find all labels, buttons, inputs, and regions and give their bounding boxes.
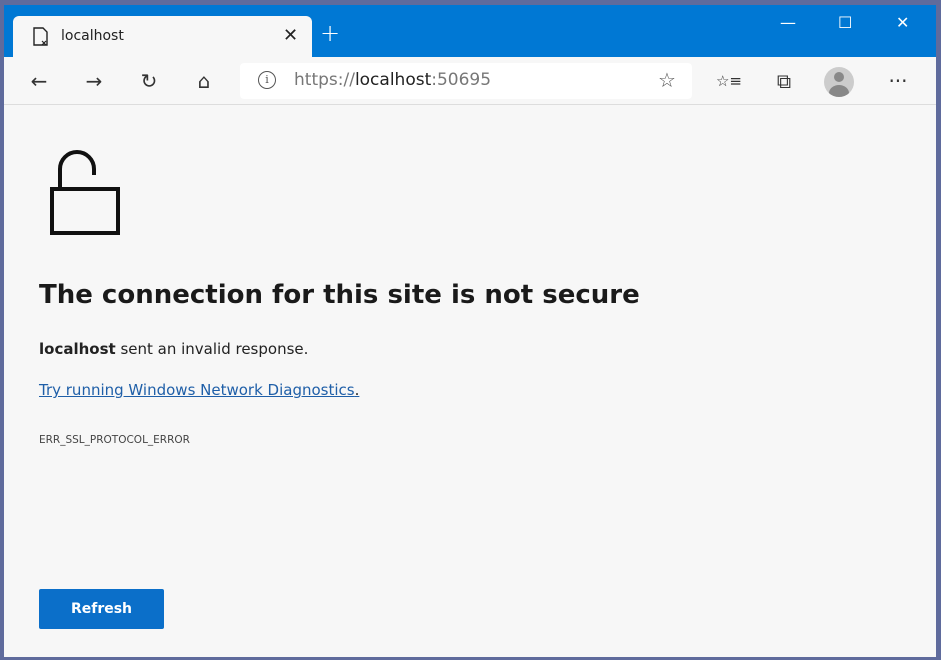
unlocked-padlock-icon <box>50 150 120 235</box>
page-error-icon <box>33 27 48 46</box>
refresh-button[interactable]: ↻ <box>135 67 163 95</box>
forward-button[interactable]: → <box>80 67 108 95</box>
toolbar: ← → ↻ ⌂ i https://localhost:50695 ☆ ☆≡ ⧉… <box>4 57 936 105</box>
tab-close-icon[interactable]: ✕ <box>283 25 298 46</box>
more-menu-button[interactable]: ··· <box>884 67 912 95</box>
favorites-icon[interactable]: ☆≡ <box>715 67 743 95</box>
browser-window: localhost ✕ + — ☐ ✕ ← → ↻ ⌂ i https://lo… <box>4 5 936 657</box>
network-diagnostics-link[interactable]: Try running Windows Network Diagnostics. <box>39 381 359 399</box>
title-bar: localhost ✕ + — ☐ ✕ <box>4 5 936 58</box>
refresh-page-button[interactable]: Refresh <box>39 589 164 629</box>
window-close-button[interactable]: ✕ <box>896 13 909 32</box>
add-favorite-icon[interactable]: ☆ <box>658 68 676 92</box>
error-page: The connection for this site is not secu… <box>4 105 936 657</box>
minimize-button[interactable]: — <box>780 13 796 32</box>
profile-avatar[interactable] <box>824 67 854 97</box>
error-message: localhost sent an invalid response. <box>39 340 309 358</box>
tab-localhost[interactable]: localhost ✕ <box>13 16 312 58</box>
back-button[interactable]: ← <box>25 67 53 95</box>
address-bar[interactable]: i https://localhost:50695 ☆ <box>240 63 692 99</box>
collections-icon[interactable]: ⧉ <box>770 67 798 95</box>
url-text: https://localhost:50695 <box>294 70 492 90</box>
maximize-button[interactable]: ☐ <box>838 13 852 32</box>
new-tab-button[interactable]: + <box>320 19 340 47</box>
home-button[interactable]: ⌂ <box>190 67 218 95</box>
page-title: The connection for this site is not secu… <box>39 280 640 310</box>
error-code: ERR_SSL_PROTOCOL_ERROR <box>39 434 190 446</box>
info-icon[interactable]: i <box>258 71 276 89</box>
tab-title: localhost <box>61 28 124 44</box>
